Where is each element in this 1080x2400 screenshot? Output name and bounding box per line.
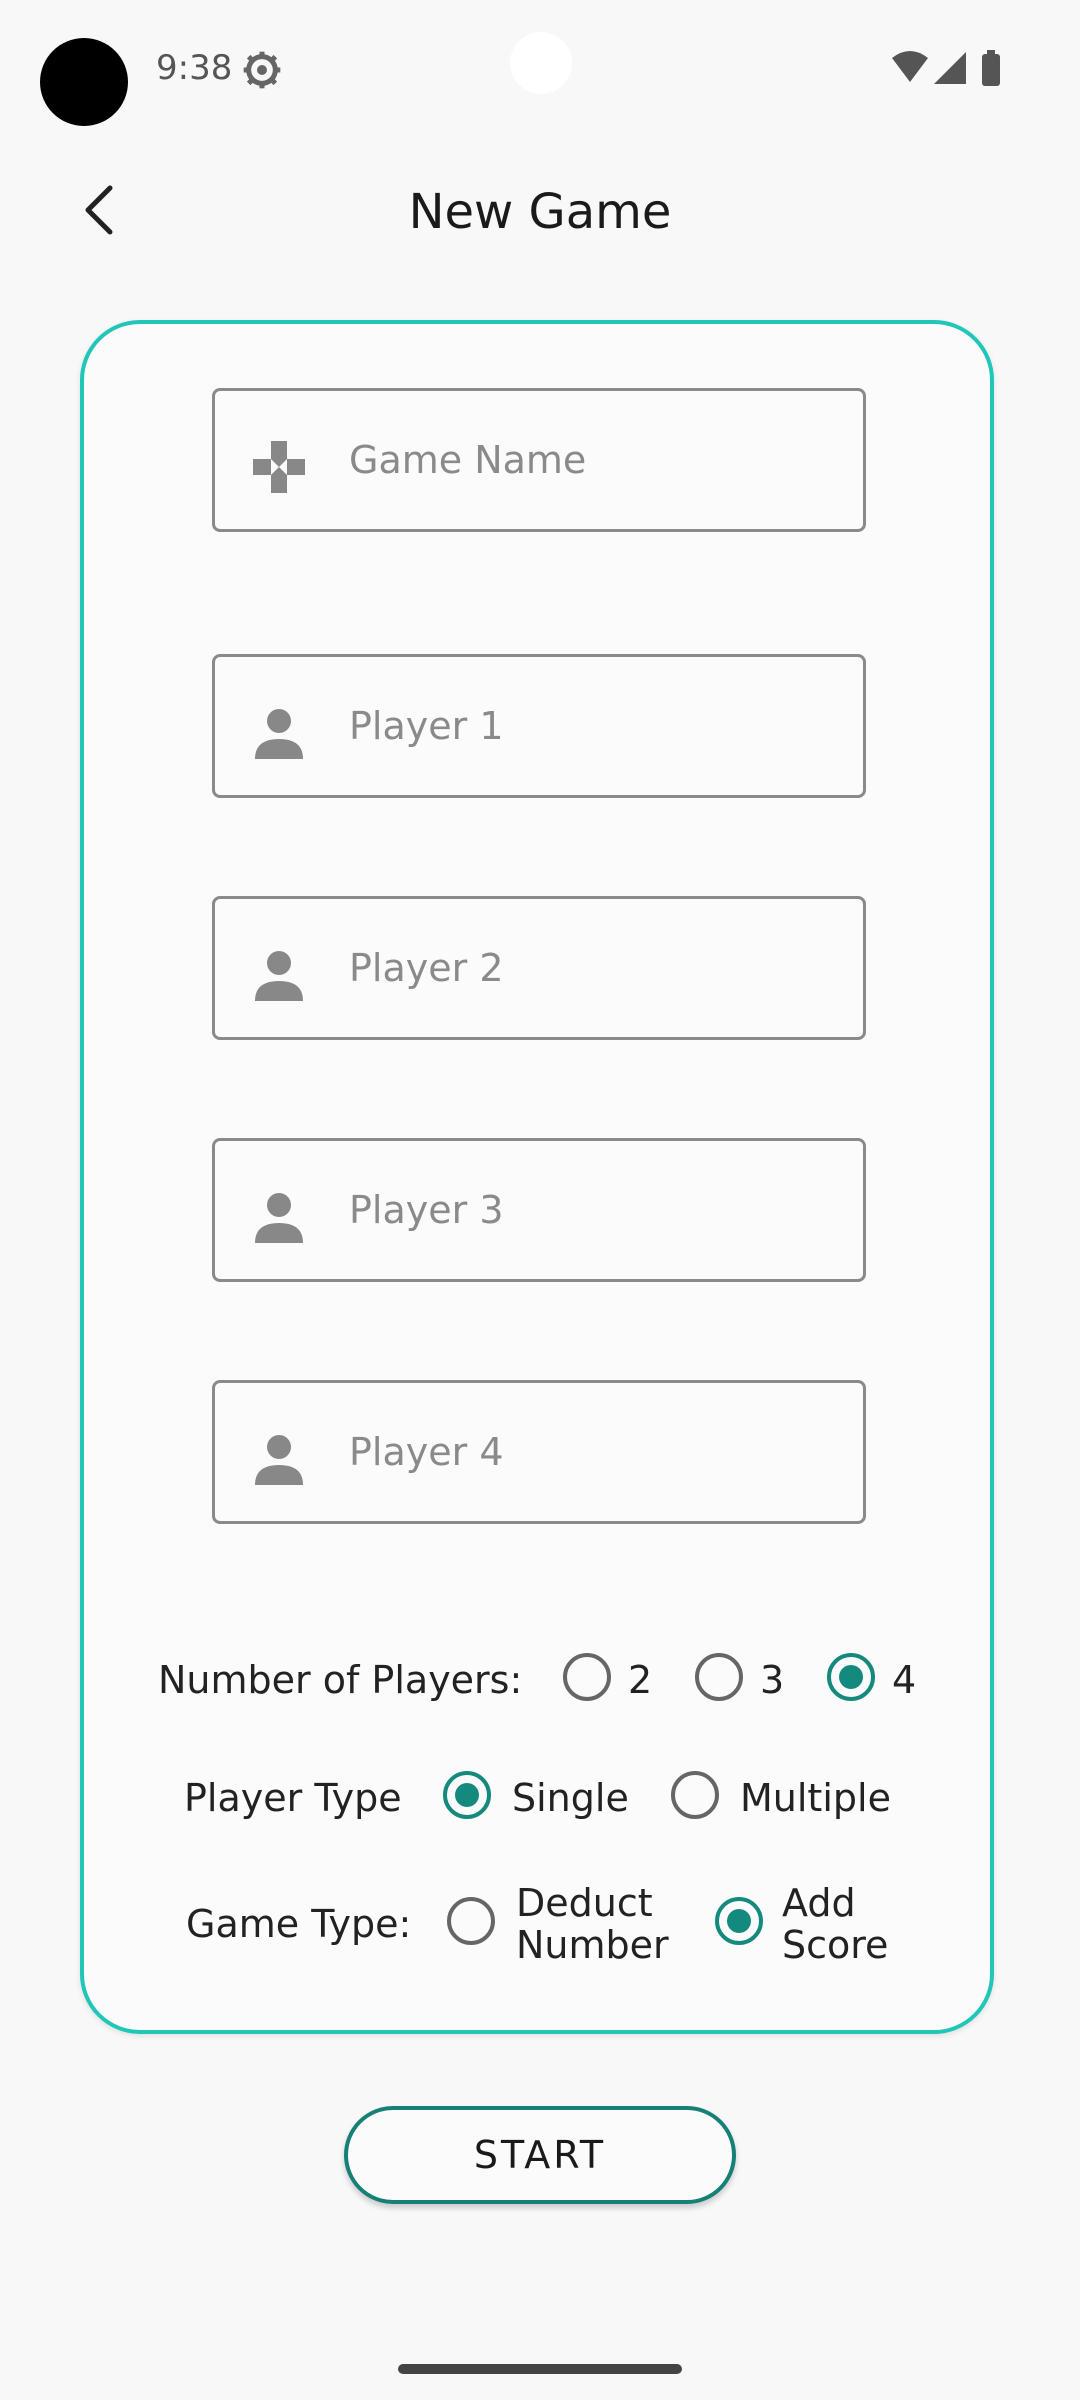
start-button[interactable]: START	[344, 2106, 736, 2204]
add-line-1: Add	[782, 1881, 856, 1925]
radio-single-selected[interactable]	[442, 1770, 492, 1820]
gamepad-icon	[253, 441, 305, 493]
player-3-input[interactable]	[349, 1141, 829, 1279]
radio-players-4-label[interactable]: 4	[892, 1656, 916, 1704]
radio-players-3-label[interactable]: 3	[760, 1656, 784, 1704]
radio-add-score-selected[interactable]	[714, 1896, 764, 1946]
signal-icon	[934, 52, 966, 84]
radio-multiple-label[interactable]: Multiple	[740, 1774, 891, 1822]
radio-players-4-selected[interactable]	[826, 1652, 876, 1702]
wifi-icon	[892, 51, 928, 82]
person-icon	[255, 709, 303, 759]
radio-players-2[interactable]	[562, 1652, 612, 1702]
player-3-field[interactable]	[212, 1138, 866, 1282]
deduct-line-1: Deduct	[516, 1881, 653, 1925]
player-4-field[interactable]	[212, 1380, 866, 1524]
camera-cutout	[40, 38, 128, 126]
person-icon	[255, 1193, 303, 1243]
settings-gear-icon	[243, 51, 281, 89]
player-4-input[interactable]	[349, 1383, 829, 1521]
player-1-input[interactable]	[349, 657, 829, 795]
player-1-field[interactable]	[212, 654, 866, 798]
game-name-input[interactable]	[349, 391, 829, 529]
radio-deduct-number-label[interactable]: Deduct Number	[516, 1882, 669, 1966]
person-icon	[255, 1435, 303, 1485]
radio-deduct-number[interactable]	[446, 1896, 496, 1946]
radio-single-label[interactable]: Single	[512, 1774, 629, 1822]
player-type-label: Player Type	[184, 1776, 402, 1820]
radio-players-3[interactable]	[694, 1652, 744, 1702]
player-2-input[interactable]	[349, 899, 829, 1037]
status-time: 9:38	[156, 48, 233, 88]
game-type-label: Game Type:	[186, 1902, 412, 1946]
system-status-icons	[892, 50, 1000, 86]
game-name-field[interactable]	[212, 388, 866, 532]
battery-icon	[982, 54, 1000, 86]
number-of-players-label: Number of Players:	[158, 1658, 523, 1702]
player-2-field[interactable]	[212, 896, 866, 1040]
radio-add-score-label[interactable]: Add Score	[782, 1882, 888, 1966]
front-camera	[510, 32, 572, 94]
page-title: New Game	[408, 184, 672, 240]
radio-multiple[interactable]	[670, 1770, 720, 1820]
radio-players-2-label[interactable]: 2	[628, 1656, 652, 1704]
add-line-2: Score	[782, 1923, 889, 1967]
person-icon	[255, 951, 303, 1001]
home-indicator[interactable]	[398, 2364, 682, 2374]
deduct-line-2: Number	[516, 1923, 669, 1967]
